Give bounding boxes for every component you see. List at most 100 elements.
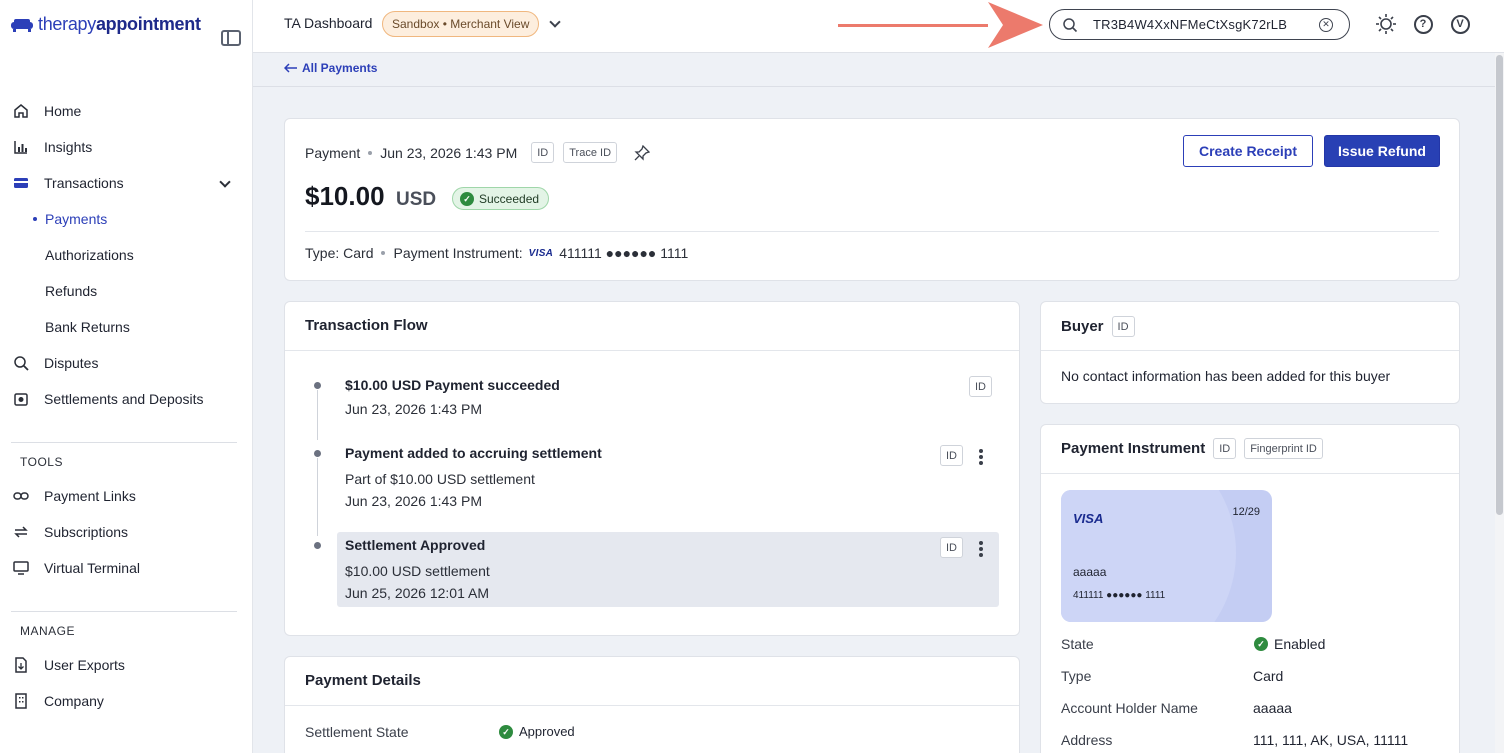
fingerprint-id-chip[interactable]: Fingerprint ID — [1244, 438, 1323, 459]
sidebar-item-refunds[interactable]: Refunds — [0, 276, 253, 306]
instrument-row-value: Card — [1253, 668, 1284, 684]
payment-type: Type: Card — [305, 245, 374, 261]
instrument-state-text: Enabled — [1274, 636, 1326, 652]
sidebar-item-label: Authorizations — [45, 247, 134, 263]
settlement-state-label: Settlement State — [305, 724, 409, 740]
flow-item-title: Settlement Approved — [345, 537, 486, 553]
sidebar-item-label: Subscriptions — [44, 524, 129, 540]
instrument-number[interactable]: 411111 ●●●●●● 1111 — [559, 245, 688, 261]
payment-details-title: Payment Details — [305, 672, 421, 689]
sidebar-item-label: User Exports — [44, 657, 125, 673]
sidebar-item-label: Home — [44, 103, 82, 119]
buyer-card: Buyer ID No contact information has been… — [1040, 301, 1460, 404]
app-logo[interactable]: therapyappointment — [10, 14, 201, 35]
scrollbar-thumb[interactable] — [1496, 55, 1503, 515]
buyer-title-row: Buyer ID — [1061, 316, 1135, 337]
sidebar-item-label: Disputes — [44, 355, 99, 371]
sidebar-item-label: Transactions — [44, 175, 124, 191]
instrument-row-value: aaaaa — [1253, 700, 1292, 716]
sidebar-item-label: Payment Links — [44, 488, 136, 504]
back-to-payments-link[interactable]: All Payments — [284, 61, 377, 75]
sun-icon[interactable] — [1375, 13, 1397, 35]
manage-section-label: MANAGE — [20, 624, 76, 638]
card-header: Transaction Flow — [285, 302, 1019, 351]
payment-datetime: Jun 23, 2026 1:43 PM — [380, 144, 518, 161]
search-input[interactable]: TR3B4W4XxNFMeCtXsgK72rLB ✕ — [1049, 9, 1350, 40]
flow-item-time: Jun 23, 2026 1:43 PM — [345, 493, 482, 509]
flow-item-id-chip[interactable]: ID — [940, 537, 963, 558]
search-value: TR3B4W4XxNFMeCtXsgK72rLB — [1093, 17, 1288, 32]
instrument-label: Payment Instrument: — [393, 245, 523, 261]
instrument-title-row: Payment Instrument ID Fingerprint ID — [1061, 438, 1323, 459]
buyer-title: Buyer — [1061, 318, 1104, 335]
user-menu-icon[interactable]: V — [1449, 13, 1471, 35]
sidebar-item-payments[interactable]: Payments — [0, 204, 253, 234]
sidebar-item-authorizations[interactable]: Authorizations — [0, 240, 253, 270]
separator-dot — [381, 251, 386, 255]
link-icon — [12, 487, 30, 505]
create-receipt-button[interactable]: Create Receipt — [1183, 135, 1313, 167]
payment-id-chip[interactable]: ID — [531, 142, 555, 163]
safe-icon — [12, 390, 30, 408]
sidebar-collapse-icon[interactable] — [221, 30, 241, 46]
card-header: Payment Details — [285, 657, 1019, 706]
sidebar-item-transactions[interactable]: Transactions — [0, 168, 253, 198]
more-options-icon[interactable] — [979, 449, 983, 467]
breadcrumb: All Payments — [253, 53, 1495, 87]
flow-item-title: Payment added to accruing settlement — [345, 445, 602, 461]
payment-instrument-card: Payment Instrument ID Fingerprint ID VIS… — [1040, 424, 1460, 753]
flow-dot-icon — [314, 382, 321, 389]
sidebar-item-settlements[interactable]: Settlements and Deposits — [0, 384, 253, 414]
flow-item: $10.00 USD Payment succeeded Jun 23, 202… — [337, 368, 999, 426]
flow-item-id-chip[interactable]: ID — [969, 376, 992, 397]
flow-item-id-chip[interactable]: ID — [940, 445, 963, 466]
payment-header-line: Payment Jun 23, 2026 1:43 PM ID Trace ID — [305, 142, 651, 163]
sidebar-item-subscriptions[interactable]: Subscriptions — [0, 517, 253, 547]
sidebar-item-virtual-terminal[interactable]: Virtual Terminal — [0, 553, 253, 583]
flow-item: Payment added to accruing settlement Par… — [337, 436, 999, 516]
payment-summary-card: Payment Jun 23, 2026 1:43 PM ID Trace ID… — [284, 118, 1460, 281]
back-link-label: All Payments — [302, 61, 378, 75]
pin-icon[interactable] — [634, 144, 651, 161]
flow-item-time: Jun 23, 2026 1:43 PM — [345, 401, 482, 417]
card-header: Payment Instrument ID Fingerprint ID — [1041, 425, 1459, 474]
status-text: Succeeded — [479, 191, 540, 206]
buyer-id-chip[interactable]: ID — [1111, 316, 1135, 337]
sidebar-item-home[interactable]: Home — [0, 96, 253, 126]
status-badge: ✓ Succeeded — [452, 187, 550, 210]
flow-item-time: Jun 25, 2026 12:01 AM — [345, 585, 489, 601]
sidebar-item-insights[interactable]: Insights — [0, 132, 253, 162]
trace-id-chip[interactable]: Trace ID — [563, 142, 618, 163]
visa-icon: VISA — [528, 247, 554, 259]
sidebar-item-bank-returns[interactable]: Bank Returns — [0, 312, 253, 342]
help-icon[interactable]: ? — [1412, 13, 1434, 35]
more-options-icon[interactable] — [979, 541, 983, 559]
flow-item-detail: Part of $10.00 USD settlement — [345, 471, 535, 487]
chart-icon — [12, 138, 30, 156]
chevron-down-icon[interactable] — [219, 176, 231, 188]
clear-icon[interactable]: ✕ — [1319, 18, 1333, 32]
scrollbar[interactable] — [1495, 53, 1504, 753]
sidebar-item-payment-links[interactable]: Payment Links — [0, 481, 253, 511]
flow-connector — [317, 458, 318, 536]
sidebar-item-company[interactable]: Company — [0, 686, 253, 716]
card-expiry: 12/29 — [1232, 506, 1260, 518]
sidebar-item-label: Payments — [45, 211, 108, 227]
instrument-row-label: State — [1061, 636, 1094, 652]
sidebar-item-disputes[interactable]: Disputes — [0, 348, 253, 378]
file-export-icon — [12, 656, 30, 674]
payment-amount: $10.00 — [305, 181, 385, 211]
sidebar-item-label: Virtual Terminal — [44, 560, 140, 576]
sidebar: therapyappointment Home Insights Transac… — [0, 0, 253, 753]
issue-refund-button[interactable]: Issue Refund — [1324, 135, 1440, 167]
logo-text-bold: appointment — [95, 14, 201, 34]
environment-badge: Sandbox • Merchant View — [382, 11, 540, 37]
settlement-state-value: ✓ Approved — [499, 724, 575, 739]
sidebar-item-label: Refunds — [45, 283, 98, 299]
instrument-row-label: Type — [1061, 668, 1092, 684]
instrument-id-chip[interactable]: ID — [1213, 438, 1237, 459]
check-icon: ✓ — [460, 191, 474, 206]
sidebar-item-user-exports[interactable]: User Exports — [0, 650, 253, 680]
visa-icon: VISA — [1073, 511, 1104, 526]
chevron-down-icon[interactable] — [549, 16, 561, 28]
